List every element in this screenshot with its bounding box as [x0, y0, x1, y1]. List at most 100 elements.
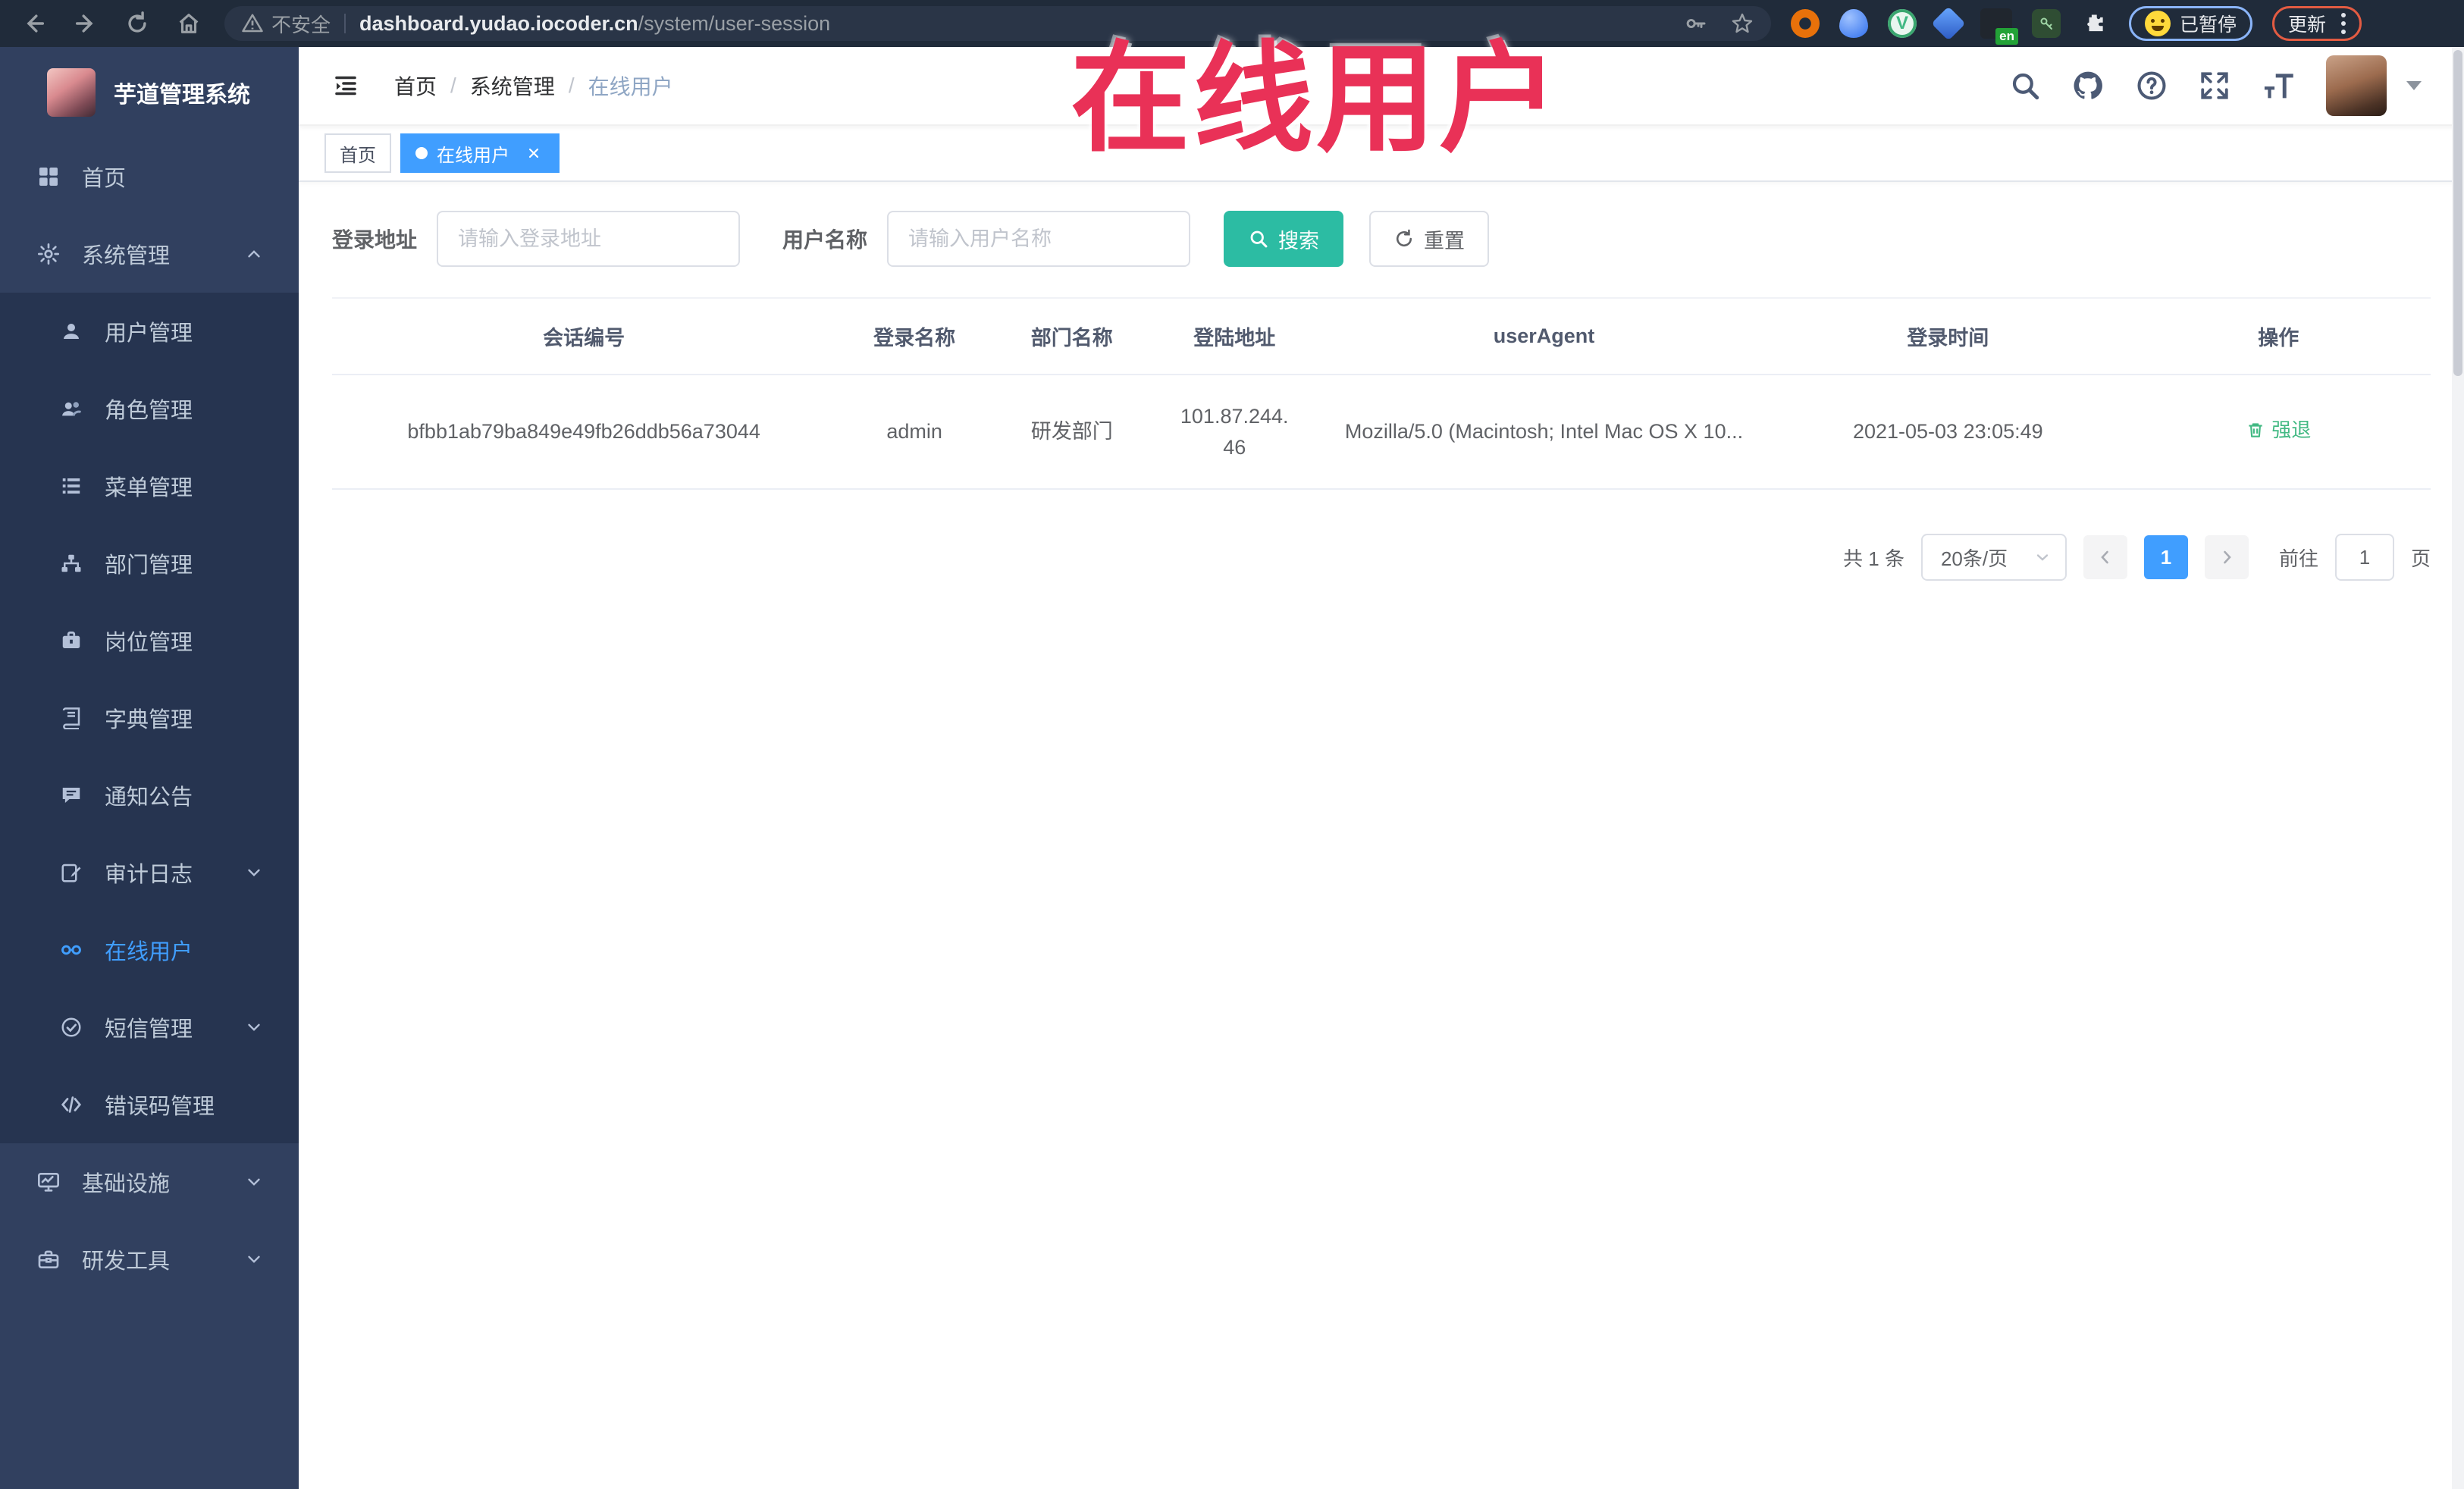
url-host[interactable]: dashboard.yudao.iocoder.cn [359, 12, 638, 36]
breadcrumb-home[interactable]: 首页 [394, 71, 437, 101]
kebab-menu-icon[interactable] [2338, 13, 2346, 34]
extension-key-icon[interactable] [2032, 9, 2061, 38]
prev-page-button[interactable] [2083, 535, 2127, 579]
sidebar-item-label: 字典管理 [105, 708, 193, 732]
cell-login-address: 101.87.244. 46 [1150, 375, 1318, 490]
sidebar-item-label: 在线用户 [105, 940, 193, 964]
pagination: 共 1 条 20条/页 1 前往 页 [332, 534, 2431, 581]
page-scrollbar[interactable] [2452, 47, 2464, 1489]
page-number-button[interactable]: 1 [2143, 535, 2188, 579]
bookmark-star-icon[interactable] [1730, 11, 1754, 36]
breadcrumb-system[interactable]: 系统管理 [470, 71, 555, 101]
page-size-select[interactable]: 20条/页 [1920, 534, 2067, 581]
book-icon [58, 707, 85, 729]
code-icon [58, 1093, 85, 1116]
org-tree-icon [58, 552, 85, 575]
sidebar-item-label: 岗位管理 [105, 631, 193, 655]
tag-home[interactable]: 首页 [324, 133, 391, 173]
forward-icon[interactable] [68, 6, 103, 41]
force-logout-label: 强退 [2271, 418, 2312, 441]
column-header-session[interactable]: 会话编号 [332, 297, 836, 375]
online-user-icon [58, 938, 85, 962]
column-header-useragent[interactable]: userAgent [1318, 297, 1770, 375]
ip-line2: 46 [1223, 435, 1246, 459]
sidebar-menu: 首页 系统管理 用户管理 角色管理 菜单管理 部门管理 岗位管理 字典管理 通知… [0, 138, 299, 1298]
app-navbar: 首页 / 系统管理 / 在线用户 [299, 47, 2464, 126]
reload-icon[interactable] [120, 6, 155, 41]
extension-drop-icon[interactable] [1839, 9, 1868, 38]
sidebar-item-sms[interactable]: 短信管理 [0, 989, 299, 1066]
translate-en-badge: en [1995, 28, 2018, 45]
search-button[interactable]: 搜索 [1224, 211, 1344, 267]
toolbox-icon [35, 1247, 62, 1271]
extension-translate-icon[interactable]: en [1980, 8, 2018, 45]
vue-devtools-icon[interactable]: V [1888, 9, 1917, 38]
cell-dept-name: 研发部门 [992, 375, 1151, 490]
column-header-login-time[interactable]: 登录时间 [1770, 297, 2127, 375]
filter-form: 登录地址 用户名称 搜索 重置 [332, 211, 2431, 267]
tag-label: 首页 [340, 145, 376, 166]
column-header-login-name[interactable]: 登录名称 [835, 297, 993, 375]
password-key-icon[interactable] [1683, 11, 1707, 36]
sidebar-item-posts[interactable]: 岗位管理 [0, 602, 299, 679]
scrollbar-thumb[interactable] [2453, 50, 2462, 376]
main-area: 首页 / 系统管理 / 在线用户 首页 在线用户 登录地址 请输入登录地址 用户… [299, 47, 2464, 1489]
cell-useragent: Mozilla/5.0 (Macintosh; Intel Mac OS X 1… [1318, 375, 1770, 490]
sidebar-item-label: 错误码管理 [105, 1095, 215, 1119]
profile-chip[interactable]: 已暂停 [2129, 6, 2253, 41]
browser-update-chip[interactable]: 更新 [2272, 6, 2362, 41]
sidebar-item-notices[interactable]: 通知公告 [0, 757, 299, 834]
address-bar[interactable]: 不安全 dashboard.yudao.iocoder.cn /system/u… [224, 6, 1771, 41]
cell-login-time: 2021-05-03 23:05:49 [1770, 375, 2127, 490]
back-icon[interactable] [17, 6, 52, 41]
sidebar-item-home[interactable]: 首页 [0, 138, 299, 215]
profile-emoji-avatar [2145, 11, 2171, 36]
navbar-tools [2009, 55, 2464, 116]
home-icon[interactable] [171, 6, 206, 41]
column-header-address[interactable]: 登陆地址 [1150, 297, 1318, 375]
force-logout-button[interactable]: 强退 [2246, 415, 2311, 445]
urlbar-divider [344, 14, 346, 33]
sidebar-item-roles[interactable]: 角色管理 [0, 370, 299, 447]
reset-button[interactable]: 重置 [1369, 211, 1490, 267]
gear-icon [35, 242, 62, 266]
avatar-caret-icon[interactable] [2406, 81, 2422, 90]
logo-row[interactable]: 芋道管理系统 [0, 47, 299, 138]
next-page-button[interactable] [2204, 535, 2249, 579]
address-input[interactable] [437, 211, 741, 267]
sidebar-item-label: 系统管理 [82, 244, 171, 268]
sidebar-item-error-codes[interactable]: 错误码管理 [0, 1066, 299, 1143]
sms-check-icon [58, 1016, 85, 1039]
sidebar-item-audit-log[interactable]: 审计日志 [0, 834, 299, 911]
github-icon[interactable] [2071, 69, 2105, 102]
tag-online-users[interactable]: 在线用户 [400, 133, 560, 173]
username-input[interactable] [887, 211, 1191, 267]
extension-gem-icon[interactable] [1931, 6, 1966, 41]
sidebar-item-system[interactable]: 系统管理 [0, 215, 299, 293]
fullscreen-icon[interactable] [2199, 70, 2230, 102]
column-header-dept[interactable]: 部门名称 [992, 297, 1151, 375]
sidebar-item-dict[interactable]: 字典管理 [0, 679, 299, 757]
sidebar-item-dev-tools[interactable]: 研发工具 [0, 1221, 299, 1298]
sidebar-item-online-users[interactable]: 在线用户 [0, 911, 299, 989]
extensions-puzzle-icon[interactable] [2080, 9, 2109, 38]
online-users-table: 会话编号 登录名称 部门名称 登陆地址 userAgent 登录时间 操作 bf… [332, 297, 2431, 490]
sidebar-item-users[interactable]: 用户管理 [0, 293, 299, 370]
sidebar-item-menus[interactable]: 菜单管理 [0, 447, 299, 525]
url-path[interactable]: /system/user-session [638, 12, 831, 36]
extension-orange-icon[interactable] [1791, 9, 1820, 38]
search-icon[interactable] [2009, 70, 2041, 102]
sidebar-collapse-icon[interactable] [323, 64, 368, 107]
sidebar-item-infrastructure[interactable]: 基础设施 [0, 1143, 299, 1221]
tags-view-bar: 首页 在线用户 [299, 126, 2464, 182]
sidebar-item-departments[interactable]: 部门管理 [0, 525, 299, 602]
extensions-strip: V en [1791, 6, 2109, 45]
table-row: bfbb1ab79ba849e49fb26ddb56a73044 admin 研… [332, 375, 2431, 490]
font-size-icon[interactable] [2261, 70, 2296, 102]
close-icon[interactable] [523, 143, 544, 164]
column-header-actions[interactable]: 操作 [2126, 297, 2431, 375]
security-label[interactable]: 不安全 [271, 10, 331, 38]
user-avatar[interactable] [2326, 55, 2387, 116]
goto-page-input[interactable] [2334, 534, 2394, 581]
help-icon[interactable] [2135, 69, 2168, 102]
